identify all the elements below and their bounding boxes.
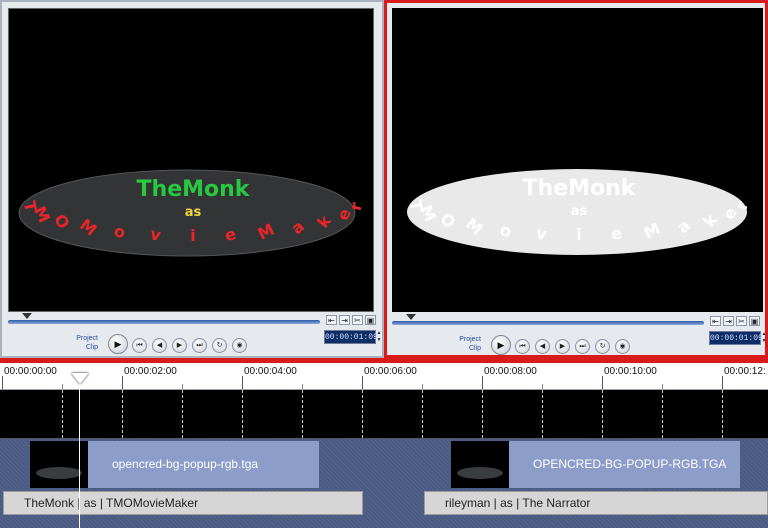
left-title-text: TheMonk	[137, 177, 251, 202]
ruler-major-tick	[362, 376, 363, 389]
track-gridline	[482, 390, 483, 438]
left-mode-clip[interactable]: Clip	[68, 343, 98, 352]
right-scrub-bar[interactable]	[392, 314, 704, 327]
right-timecode-spinner[interactable]: ▲ ▼	[761, 331, 767, 345]
ruler-tick-label: 00:00:08:00	[484, 366, 537, 377]
left-mark-out-icon[interactable]: ⇥	[339, 315, 350, 325]
ruler-tick-label: 00:00:06:00	[364, 366, 417, 377]
right-mark-in-icon[interactable]: ⇤	[710, 316, 721, 326]
right-mode-switch[interactable]: Project Clip	[451, 335, 481, 353]
left-scrub-track[interactable]	[8, 320, 320, 324]
ruler-minor-tick	[182, 384, 183, 389]
ruler-minor-tick	[302, 384, 303, 389]
timeline-ruler[interactable]: 00:00:00:00 00:00:02:00 00:00:04:00 00:0…	[0, 363, 768, 390]
ruler-minor-tick	[422, 384, 423, 389]
right-scrub-track[interactable]	[392, 321, 704, 325]
title-clip[interactable]: rileyman | as | The Narrator	[424, 491, 768, 515]
left-volume-icon[interactable]: ◉	[232, 338, 247, 353]
right-mode-clip[interactable]: Clip	[451, 344, 481, 353]
left-preview-panel: TheMonk as TMOMovieMaker ⇤ ⇥ ✂ ▣ Project…	[0, 0, 384, 358]
left-previous-frame-icon[interactable]: ◀	[152, 338, 167, 353]
track-gridline	[542, 390, 543, 438]
overlay-clip[interactable]: OPENCRED-BG-POPUP-RGB.TGA	[451, 441, 740, 488]
timeline-playhead-icon[interactable]	[71, 373, 89, 384]
video-track[interactable]	[0, 390, 768, 439]
left-mode-switch[interactable]: Project Clip	[68, 334, 98, 352]
ruler-major-tick	[122, 376, 123, 389]
ruler-major-tick	[242, 376, 243, 389]
ruler-minor-tick	[542, 384, 543, 389]
right-split-icon[interactable]: ✂	[736, 316, 747, 326]
left-repeat-icon[interactable]: ↻	[212, 338, 227, 353]
ruler-tick-label: 00:00:10:00	[604, 366, 657, 377]
right-mode-project[interactable]: Project	[451, 335, 481, 344]
right-volume-icon[interactable]: ◉	[615, 339, 630, 354]
overlay-clip-label: opencred-bg-popup-rgb.tga	[112, 457, 259, 471]
track-gridline	[362, 390, 363, 438]
track-gridline	[722, 390, 723, 438]
clip-thumbnail	[451, 441, 509, 488]
ruler-major-tick	[482, 376, 483, 389]
right-previous-frame-icon[interactable]: ◀	[535, 339, 550, 354]
left-timecode-spinner[interactable]: ▲ ▼	[376, 330, 382, 344]
left-scrub-handle[interactable]	[22, 313, 32, 319]
ruler-major-tick	[722, 376, 723, 389]
ruler-minor-tick	[662, 384, 663, 389]
left-fullscreen-icon[interactable]: ▣	[365, 315, 376, 325]
track-gridline	[662, 390, 663, 438]
right-repeat-icon[interactable]: ↻	[595, 339, 610, 354]
left-go-to-end-icon[interactable]: ⏭	[192, 338, 207, 353]
arc-letter: i	[576, 225, 581, 244]
ruler-minor-tick	[62, 384, 63, 389]
arc-letter: i	[190, 226, 195, 245]
track-gridline	[122, 390, 123, 438]
ruler-major-tick	[2, 376, 3, 389]
track-gridline	[62, 390, 63, 438]
title-clip[interactable]: TheMonk | as | TMOMovieMaker	[3, 491, 363, 515]
right-mark-out-icon[interactable]: ⇥	[723, 316, 734, 326]
ruler-major-tick	[602, 376, 603, 389]
right-go-to-end-icon[interactable]: ⏭	[575, 339, 590, 354]
right-preview-panel: TheMonk as TMOMovieMaker ⇤ ⇥ ✂ ▣ Project…	[384, 0, 768, 358]
right-preview-screen: TheMonk as TMOMovieMaker	[392, 8, 763, 312]
left-as-text: as	[185, 205, 202, 220]
timeline-cursor-line	[79, 385, 80, 528]
overlay-clip[interactable]: opencred-bg-popup-rgb.tga	[30, 441, 319, 488]
ruler-tick-label: 00:00:00:00	[4, 366, 57, 377]
left-mode-project[interactable]: Project	[68, 334, 98, 343]
ruler-tick-label: 00:00:02:00	[124, 366, 177, 377]
track-gridline	[302, 390, 303, 438]
right-preview-canvas: TheMonk as TMO Mo v i e Ma ker	[406, 169, 752, 255]
right-play-icon[interactable]: ▶	[491, 335, 511, 355]
right-title-text: TheMonk	[523, 176, 637, 201]
overlay-clip-label: OPENCRED-BG-POPUP-RGB.TGA	[533, 457, 727, 471]
ruler-tick-label: 00:00:12:	[724, 366, 766, 377]
left-mark-in-icon[interactable]: ⇤	[326, 315, 337, 325]
left-go-to-start-icon[interactable]: ⏮	[132, 338, 147, 353]
right-timecode[interactable]: 00:00:01:09	[709, 331, 763, 345]
track-gridline	[422, 390, 423, 438]
ruler-tick-label: 00:00:04:00	[244, 366, 297, 377]
left-preview-screen: TheMonk as TMOMovieMaker	[8, 8, 374, 312]
right-next-frame-icon[interactable]: ▶	[555, 339, 570, 354]
track-gridline	[182, 390, 183, 438]
left-play-icon[interactable]: ▶	[108, 334, 128, 354]
left-timecode[interactable]: 00:00:01:09	[324, 330, 378, 344]
right-as-text: as	[571, 204, 588, 219]
track-gridline	[602, 390, 603, 438]
overlay-track[interactable]: opencred-bg-popup-rgb.tga OPENCRED-BG-PO…	[0, 439, 768, 528]
right-go-to-start-icon[interactable]: ⏮	[515, 339, 530, 354]
left-split-icon[interactable]: ✂	[352, 315, 363, 325]
right-scrub-handle[interactable]	[406, 314, 416, 320]
left-scrub-bar[interactable]	[8, 313, 320, 326]
left-preview-canvas: TheMonk as TMO Mo v i e Ma ker	[18, 169, 366, 257]
left-next-frame-icon[interactable]: ▶	[172, 338, 187, 353]
track-gridline	[242, 390, 243, 438]
right-fullscreen-icon[interactable]: ▣	[749, 316, 760, 326]
